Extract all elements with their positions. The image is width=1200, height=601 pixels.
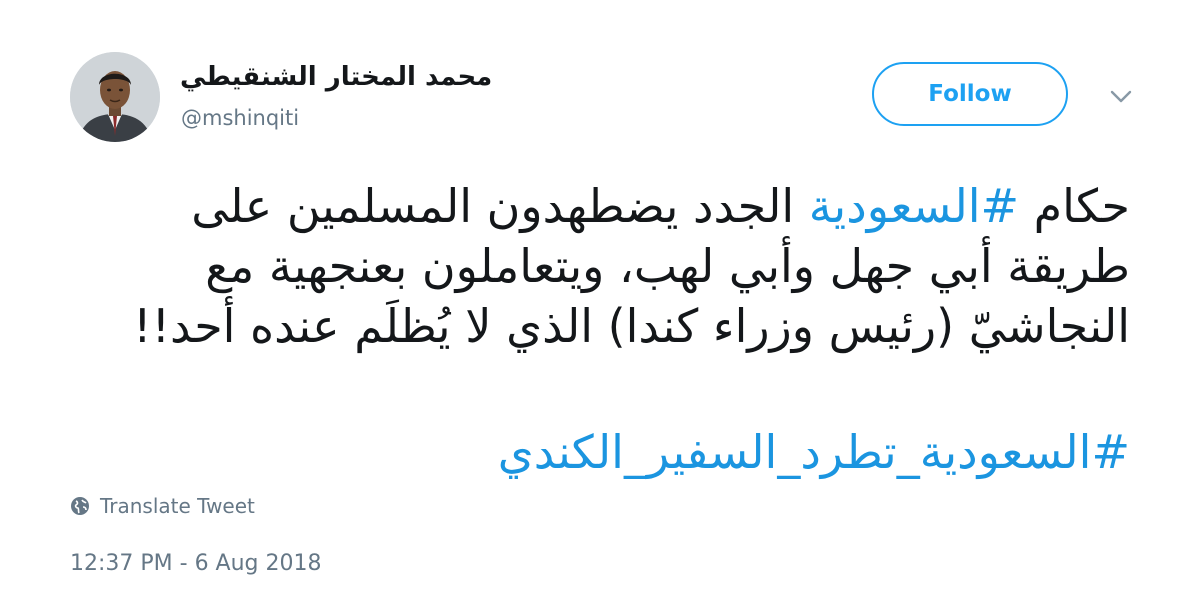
translate-tweet-label: Translate Tweet xyxy=(100,494,255,518)
avatar[interactable] xyxy=(70,52,160,142)
hashtag-link[interactable]: #السعودية_تطرد_السفير_الكندي xyxy=(498,425,1130,479)
follow-button[interactable]: Follow xyxy=(872,62,1068,126)
user-handle[interactable]: @mshinqiti xyxy=(181,106,299,130)
tweet-text-segment: طريقة أبي جهل وأبي لهب، ويتعاملون بعنجهي… xyxy=(205,239,1130,293)
chevron-down-icon xyxy=(1110,90,1132,103)
tweet-line: النجاشيّ (رئيس وزراء كندا) الذي لا يُظلَ… xyxy=(55,296,1130,356)
tweet-text-segment: النجاشيّ (رئيس وزراء كندا) الذي لا يُظلَ… xyxy=(133,299,1130,353)
tweet-text: حكام #السعودية الجدد يضطهدون المسلمين عل… xyxy=(55,176,1130,356)
tweet-text-segment: حكام xyxy=(1019,179,1130,233)
hashtag-link[interactable]: #السعودية xyxy=(809,179,1019,233)
tweet-timestamp[interactable]: 12:37 PM - 6 Aug 2018 xyxy=(70,551,322,576)
display-name[interactable]: محمد المختار الشنقيطي xyxy=(180,62,492,92)
globe-icon xyxy=(70,496,90,516)
translate-tweet-link[interactable]: Translate Tweet xyxy=(70,494,255,518)
tweet-text-segment: الجدد يضطهدون المسلمين على xyxy=(191,179,809,233)
tweet-line: طريقة أبي جهل وأبي لهب، ويتعاملون بعنجهي… xyxy=(55,236,1130,296)
tweet-line: حكام #السعودية الجدد يضطهدون المسلمين عل… xyxy=(55,176,1130,236)
more-options-button[interactable] xyxy=(1106,82,1136,112)
